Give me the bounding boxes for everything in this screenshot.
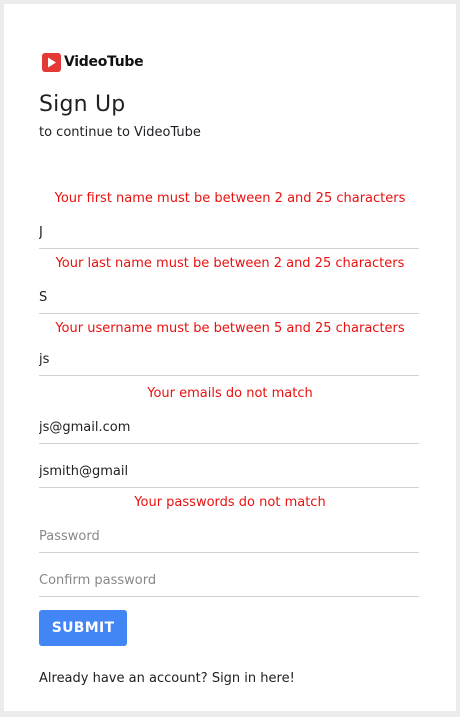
password-confirm-input[interactable]: [39, 568, 419, 597]
brand-name: VideoTube: [64, 54, 144, 70]
page-subtitle: to continue to VideoTube: [39, 125, 201, 140]
brand-logo[interactable]: VideoTube: [42, 52, 144, 72]
username-input[interactable]: [39, 347, 419, 376]
password-error: Your passwords do not match: [134, 495, 326, 510]
signin-prompt-text: Already have an account?: [39, 671, 208, 686]
email-input[interactable]: [39, 415, 419, 444]
first-name-error: Your first name must be between 2 and 25…: [54, 191, 406, 206]
last-name-input[interactable]: [39, 285, 419, 314]
username-error: Your username must be between 5 and 25 c…: [55, 321, 405, 336]
email-confirm-input[interactable]: [39, 459, 419, 488]
signup-card: VideoTube Sign Up to continue to VideoTu…: [4, 4, 456, 711]
password-input[interactable]: [39, 524, 419, 553]
first-name-input[interactable]: [39, 220, 419, 249]
submit-button[interactable]: SUBMIT: [39, 610, 127, 646]
signin-link[interactable]: Sign in here!: [212, 671, 295, 686]
last-name-error: Your last name must be between 2 and 25 …: [55, 256, 405, 271]
signin-prompt: Already have an account? Sign in here!: [39, 671, 295, 686]
page-title: Sign Up: [39, 92, 126, 117]
email-error: Your emails do not match: [147, 386, 313, 401]
play-icon: [42, 52, 61, 72]
